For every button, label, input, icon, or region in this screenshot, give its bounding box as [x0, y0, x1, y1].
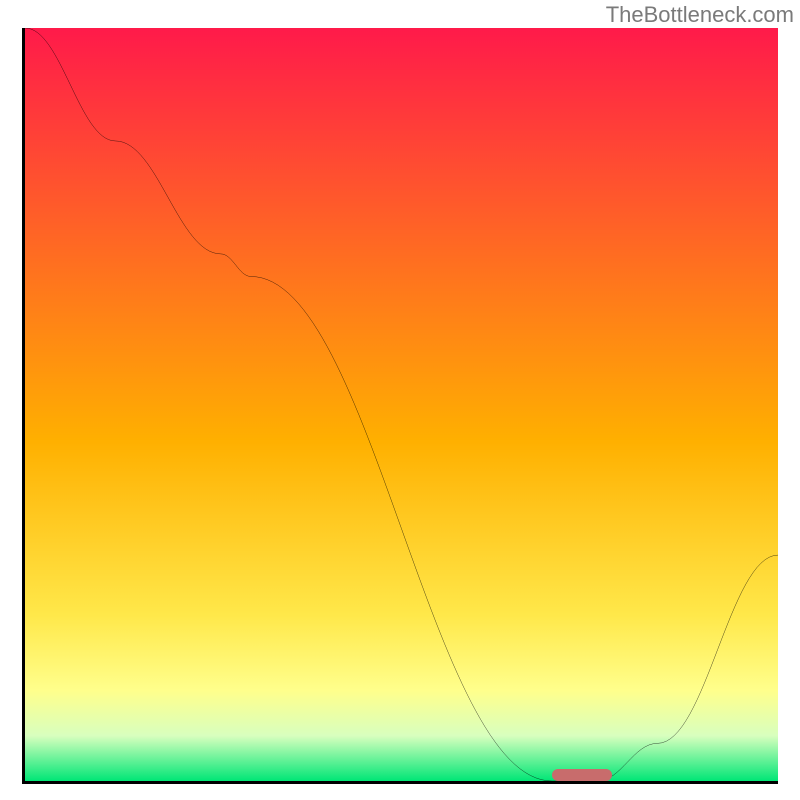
- bottleneck-curve: [25, 28, 778, 781]
- chart-stage: TheBottleneck.com: [0, 0, 800, 800]
- watermark-text: TheBottleneck.com: [606, 2, 794, 28]
- optimum-marker: [552, 769, 612, 781]
- plot-area: [22, 28, 778, 784]
